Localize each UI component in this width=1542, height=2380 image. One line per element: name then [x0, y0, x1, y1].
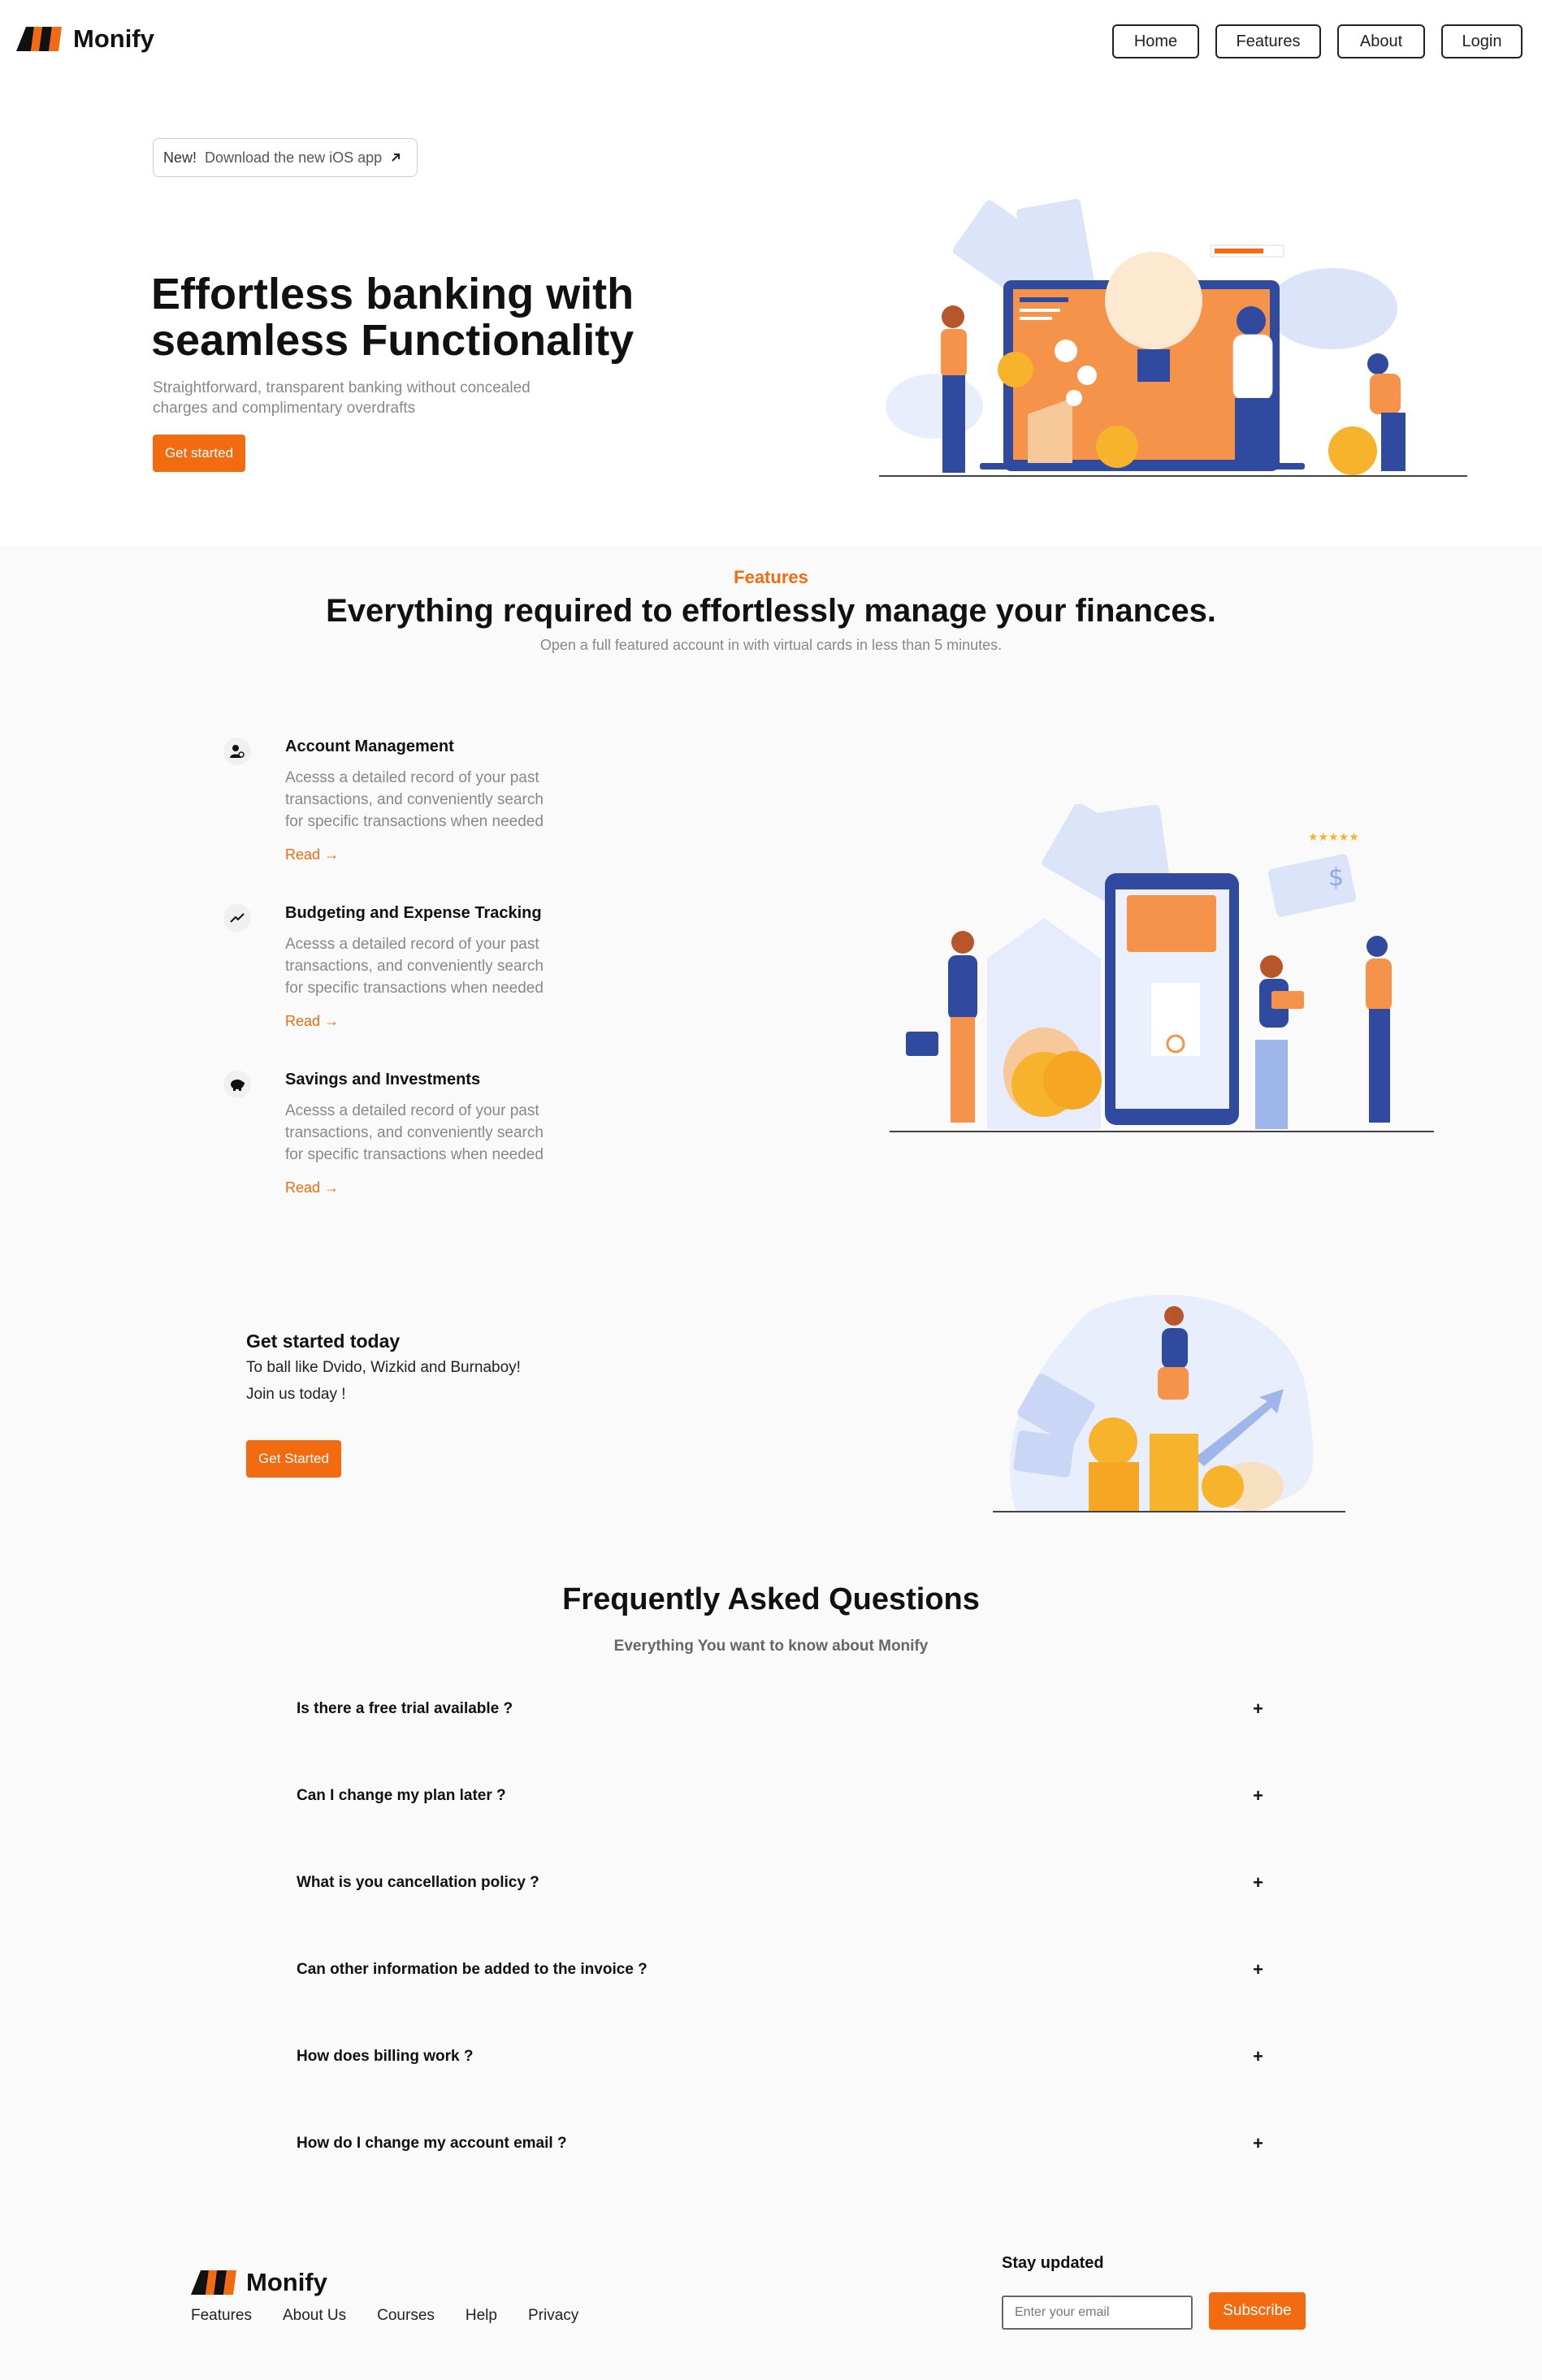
nav-about-button[interactable]: About — [1337, 24, 1425, 58]
hero-subtitle: Straightforward, transparent banking wit… — [153, 378, 575, 418]
feature-desc-line: for specific transactions when needed — [285, 1146, 544, 1163]
user-settings-icon — [223, 738, 251, 765]
trending-up-icon — [223, 904, 251, 932]
feature-title: Account Management — [285, 738, 454, 755]
feature-title: Savings and Investments — [285, 1071, 481, 1088]
piggy-bank-icon — [223, 1071, 251, 1098]
plus-icon[interactable]: + — [1253, 1785, 1263, 1807]
hero-title: Effortless banking with seamless Functio… — [151, 271, 736, 364]
features-title: Everything required to effortlessly mana… — [326, 593, 1216, 629]
newsletter-email-input[interactable] — [1002, 2296, 1193, 2330]
subscribe-button[interactable]: Subscribe — [1209, 2292, 1306, 2330]
plus-icon[interactable]: + — [1253, 1959, 1263, 1980]
feature-read-link[interactable]: Read → — [285, 846, 339, 863]
hero-get-started-button[interactable]: Get started — [153, 435, 245, 472]
feature-desc-line: transactions, and conveniently search — [285, 791, 544, 808]
site-header: Monify Home Features About Login — [0, 0, 1542, 83]
celebration-illustration — [993, 1294, 1345, 1512]
feature-title: Budgeting and Expense Tracking — [285, 904, 542, 922]
faq-item[interactable]: How does billing work ? + — [297, 2040, 1263, 2073]
faq-question: How does billing work ? — [297, 2048, 474, 2065]
brand-name: Monify — [73, 24, 154, 53]
footer-brand-name: Monify — [246, 2268, 327, 2296]
get-started-title: Get started today — [246, 1331, 401, 1352]
monify-logo-icon — [16, 27, 62, 51]
hero-illustration — [879, 198, 1467, 477]
landing-page: Monify Home Features About Login New! Do… — [0, 0, 1542, 2380]
faq-question: Is there a free trial available ? — [297, 1700, 513, 1717]
nav-login-button[interactable]: Login — [1441, 24, 1523, 58]
footer-link-courses[interactable]: Courses — [377, 2307, 435, 2325]
faq-item[interactable]: Is there a free trial available ? + — [297, 1693, 1263, 1725]
feature-desc-line: Acesss a detailed record of your past — [285, 769, 539, 786]
footer-link-privacy[interactable]: Privacy — [528, 2307, 578, 2325]
feature-desc-line: for specific transactions when needed — [285, 980, 544, 997]
feature-read-link[interactable]: Read → — [285, 1013, 339, 1030]
footer-link-help[interactable]: Help — [466, 2307, 497, 2325]
faq-item[interactable]: How do I change my account email ? + — [297, 2127, 1263, 2160]
feature-desc-line: transactions, and conveniently search — [285, 958, 544, 975]
faq-subtitle: Everything You want to know about Monify — [613, 1638, 929, 1655]
hero-title-line: Effortless banking with — [151, 270, 635, 318]
feature-desc-line: for specific transactions when needed — [285, 813, 544, 830]
badge-new-label: New! — [163, 149, 197, 166]
faq-question: What is you cancellation policy ? — [297, 1874, 539, 1891]
svg-text:$: $ — [1328, 863, 1344, 892]
footer-link-features[interactable]: Features — [191, 2307, 252, 2325]
faq-item[interactable]: Can I change my plan later ? + — [297, 1780, 1263, 1812]
faq-item[interactable]: What is you cancellation policy ? + — [297, 1867, 1263, 1899]
nav-home-button[interactable]: Home — [1112, 24, 1199, 58]
plus-icon[interactable]: + — [1253, 2046, 1263, 2067]
hero-subtitle-line: charges and complimentary overdrafts — [153, 400, 416, 417]
plus-icon[interactable]: + — [1253, 2133, 1263, 2154]
feature-savings: Savings and Investments Acesss a detaile… — [223, 1071, 646, 1209]
get-started-button[interactable]: Get Started — [246, 1440, 341, 1478]
feature-desc-line: transactions, and conveniently search — [285, 1124, 544, 1141]
plus-icon[interactable]: + — [1253, 1698, 1263, 1720]
get-started-line: To ball like Dvido, Wizkid and Burnaboy! — [246, 1359, 521, 1376]
feature-description: Acesss a detailed record of your past tr… — [285, 1100, 578, 1166]
feature-account-management: Account Management Acesss a detailed rec… — [223, 738, 646, 876]
main-nav: Home Features About Login — [1112, 24, 1523, 58]
faq-item[interactable]: Can other information be added to the in… — [297, 1954, 1263, 1986]
arrow-up-right-icon — [392, 154, 401, 162]
footer-links: Features About Us Courses Help Privacy — [191, 2307, 578, 2325]
faq-question: Can other information be added to the in… — [297, 1961, 648, 1978]
footer-link-about[interactable]: About Us — [283, 2307, 346, 2325]
hero-subtitle-line: Straightforward, transparent banking wit… — [153, 379, 531, 396]
monify-logo-icon — [191, 2270, 236, 2295]
faq-question: How do I change my account email ? — [297, 2135, 567, 2152]
brand-logo[interactable]: Monify — [16, 24, 154, 54]
feature-desc-line: Acesss a detailed record of your past — [285, 936, 539, 953]
footer-brand-logo[interactable]: Monify — [191, 2268, 327, 2297]
feature-desc-line: Acesss a detailed record of your past — [285, 1102, 539, 1119]
plus-icon[interactable]: + — [1253, 1872, 1263, 1893]
get-started-line: Join us today ! — [246, 1386, 346, 1403]
feature-description: Acesss a detailed record of your past tr… — [285, 933, 578, 999]
feature-read-link[interactable]: Read → — [285, 1179, 339, 1196]
badge-text: Download the new iOS app — [205, 149, 383, 166]
features-illustration: ★★★★★ $ — [890, 804, 1434, 1132]
features-kicker: Features — [734, 567, 808, 587]
faq-question: Can I change my plan later ? — [297, 1787, 506, 1804]
hero-title-line: seamless Functionality — [151, 316, 635, 365]
faq-title: Frequently Asked Questions — [562, 1582, 980, 1616]
feature-description: Acesss a detailed record of your past tr… — [285, 767, 578, 833]
svg-text:★★★★★: ★★★★★ — [1308, 831, 1359, 844]
ios-app-badge[interactable]: New! Download the new iOS app — [153, 138, 418, 177]
stay-updated-label: Stay updated — [1002, 2254, 1104, 2272]
feature-budgeting: Budgeting and Expense Tracking Acesss a … — [223, 904, 646, 1042]
nav-features-button[interactable]: Features — [1215, 24, 1321, 58]
features-subtitle: Open a full featured account in with vir… — [539, 637, 1003, 653]
